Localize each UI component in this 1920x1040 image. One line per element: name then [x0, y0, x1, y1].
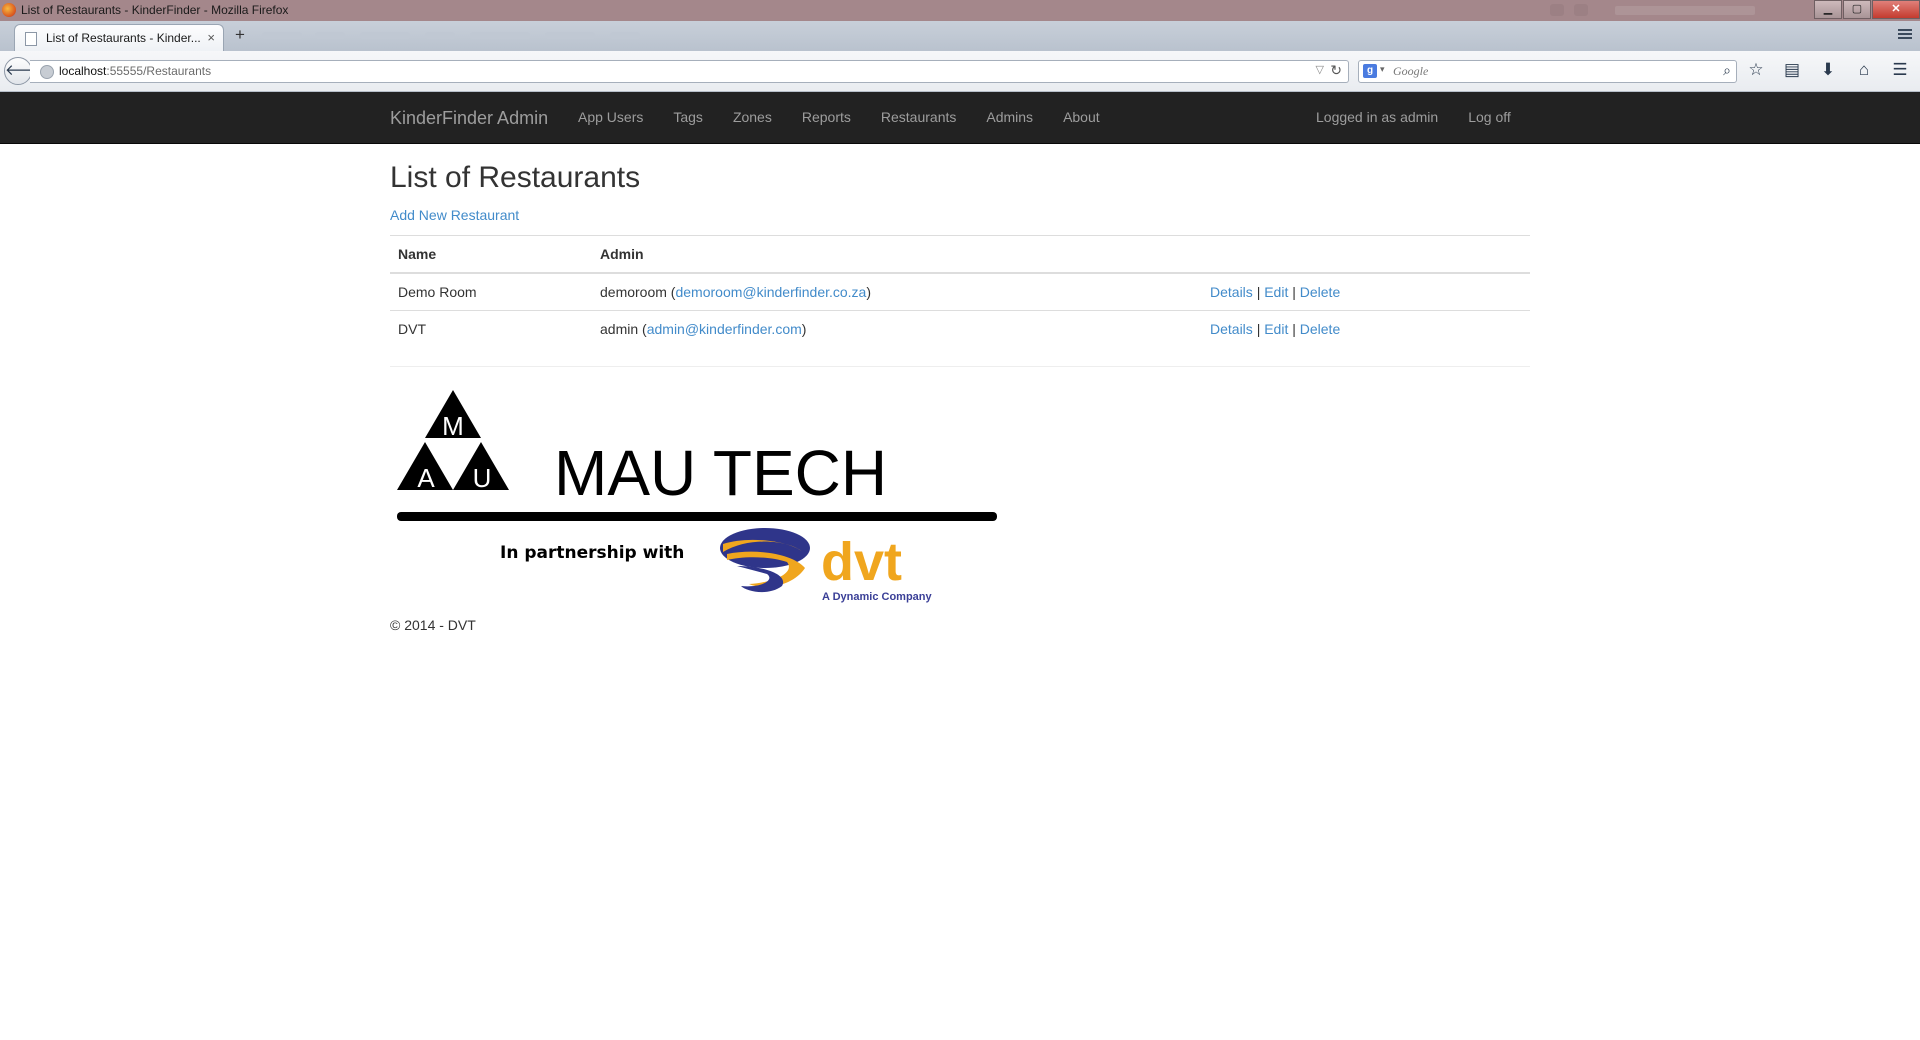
window-titlebar: List of Restaurants - KinderFinder - Moz… [0, 0, 1920, 21]
reload-icon[interactable]: ↻ [1330, 62, 1342, 79]
nav-tags[interactable]: Tags [673, 109, 703, 125]
table-header-row: Name Admin [390, 235, 1530, 274]
restaurant-name: DVT [390, 310, 592, 347]
delete-link[interactable]: Delete [1300, 284, 1340, 300]
url-dropdown-icon[interactable]: ▽ [1316, 63, 1324, 76]
url-path: :55555/Restaurants [106, 64, 212, 78]
restaurants-table: Name Admin Demo Room demoroom (demoroom@… [390, 235, 1530, 347]
nav-zones[interactable]: Zones [733, 109, 772, 125]
logo-company-name: MAU TECH [554, 437, 887, 509]
home-icon[interactable]: ⌂ [1853, 59, 1875, 81]
tab-strip-blur [470, 32, 530, 39]
column-header-name: Name [390, 235, 592, 274]
restaurant-admin: demoroom (demoroom@kinderfinder.co.za) [592, 272, 1202, 311]
globe-icon [40, 65, 54, 79]
url-host: localhost [59, 64, 107, 78]
restaurant-admin: admin (admin@kinderfinder.com) [592, 310, 1202, 347]
magnifier-icon[interactable]: ⌕ [1723, 62, 1731, 79]
page-icon [25, 32, 37, 46]
admin-email-link[interactable]: admin@kinderfinder.com [647, 321, 802, 337]
separator: | [1256, 321, 1261, 337]
table-row: Demo Room demoroom (demoroom@kinderfinde… [390, 272, 1530, 311]
list-all-tabs-icon[interactable] [1898, 29, 1912, 41]
nav-restaurants[interactable]: Restaurants [881, 109, 956, 125]
mau-tech-dvt-logo: M A U MAU TECH In partnership with dvt A… [397, 390, 997, 603]
tab-strip-blur [610, 32, 640, 39]
tab-strip-blur [425, 32, 455, 39]
search-bar[interactable]: g ▾ Google ⌕ [1358, 60, 1737, 83]
admin-username: admin [600, 321, 639, 337]
nav-admins[interactable]: Admins [986, 109, 1033, 125]
separator: | [1292, 321, 1296, 337]
maximize-button[interactable]: ▢ [1843, 0, 1871, 19]
site-navbar: KinderFinder Admin App Users Tags Zones … [0, 92, 1920, 144]
separator: | [1292, 284, 1296, 300]
dvt-swirl-icon [720, 528, 810, 593]
row-actions: Details | Edit | Delete [1202, 272, 1530, 311]
divider [390, 366, 1530, 367]
admin-email-link[interactable]: demoroom@kinderfinder.co.za [675, 284, 866, 300]
url-bar[interactable]: localhost:55555/Restaurants ▽ ↻ [30, 60, 1349, 83]
window-controls: ▁ ▢ ✕ [1813, 0, 1920, 19]
minimize-button[interactable]: ▁ [1814, 0, 1842, 19]
navigation-toolbar: 🡐 localhost:55555/Restaurants ▽ ↻ g ▾ Go… [0, 51, 1920, 92]
nav-reports[interactable]: Reports [802, 109, 851, 125]
download-icon[interactable]: ⬇ [1817, 59, 1839, 81]
tab-strip-blur [262, 32, 302, 39]
logo-letter-u: U [473, 463, 492, 493]
tab-title: List of Restaurants - Kinder... [46, 31, 201, 45]
logo-partnership-text: In partnership with [500, 543, 684, 563]
menu-icon[interactable]: ☰ [1889, 59, 1911, 81]
toolbar-icons: ☆ ▤ ⬇ ⌂ ☰ [1745, 59, 1911, 81]
details-link[interactable]: Details [1210, 284, 1253, 300]
logo-partner-name: dvt [821, 532, 902, 592]
titlebar-tool-icon [1550, 4, 1564, 16]
page-title: List of Restaurants [390, 161, 641, 194]
restaurant-name: Demo Room [390, 272, 592, 311]
bookmark-star-icon[interactable]: ☆ [1745, 59, 1767, 81]
tab-strip-blur [360, 32, 410, 39]
tab-strip-blur [315, 32, 345, 39]
footer-copyright: © 2014 - DVT [390, 617, 476, 633]
edit-link[interactable]: Edit [1264, 284, 1288, 300]
logo-letter-m: M [442, 411, 464, 441]
user-menu: Logged in as admin Log off [1316, 109, 1541, 125]
titlebar-tool-icon [1574, 4, 1588, 16]
table-row: DVT admin (admin@kinderfinder.com) Detai… [390, 310, 1530, 347]
tab-close-icon[interactable]: × [207, 30, 215, 45]
brand-link[interactable]: KinderFinder Admin [390, 108, 548, 129]
admin-username: demoroom [600, 284, 667, 300]
delete-link[interactable]: Delete [1300, 321, 1340, 337]
reading-list-icon[interactable]: ▤ [1781, 59, 1803, 81]
row-actions: Details | Edit | Delete [1202, 310, 1530, 347]
details-link[interactable]: Details [1210, 321, 1253, 337]
main-menu: App Users Tags Zones Reports Restaurants… [578, 109, 1130, 125]
url-text[interactable]: localhost:55555/Restaurants [59, 64, 211, 78]
edit-link[interactable]: Edit [1264, 321, 1288, 337]
search-engine-icon[interactable]: g [1363, 64, 1377, 78]
logo-underline [397, 512, 997, 521]
window-title: List of Restaurants - KinderFinder - Moz… [21, 3, 289, 17]
separator: | [1256, 284, 1261, 300]
column-header-actions [1202, 235, 1530, 274]
tab-strip: List of Restaurants - Kinder... × [0, 21, 1920, 52]
back-icon[interactable]: 🡐 [4, 57, 45, 85]
log-off-link[interactable]: Log off [1468, 109, 1511, 125]
browser-tab[interactable]: List of Restaurants - Kinder... × [14, 24, 224, 52]
search-engine-caret-icon[interactable]: ▾ [1380, 64, 1385, 75]
nav-app-users[interactable]: App Users [578, 109, 643, 125]
nav-about[interactable]: About [1063, 109, 1100, 125]
logo-letter-a: A [417, 463, 435, 493]
new-tab-button[interactable]: + [235, 25, 245, 45]
logo-partner-tagline: A Dynamic Company [822, 591, 933, 603]
titlebar-blurred-text [1615, 6, 1755, 15]
close-window-button[interactable]: ✕ [1872, 0, 1920, 19]
firefox-logo-icon [2, 3, 16, 17]
search-placeholder: Google [1393, 64, 1429, 78]
logged-in-user[interactable]: Logged in as admin [1316, 109, 1438, 125]
tab-strip-blur [545, 32, 595, 39]
add-restaurant-link[interactable]: Add New Restaurant [390, 207, 519, 223]
column-header-admin: Admin [592, 235, 1202, 274]
